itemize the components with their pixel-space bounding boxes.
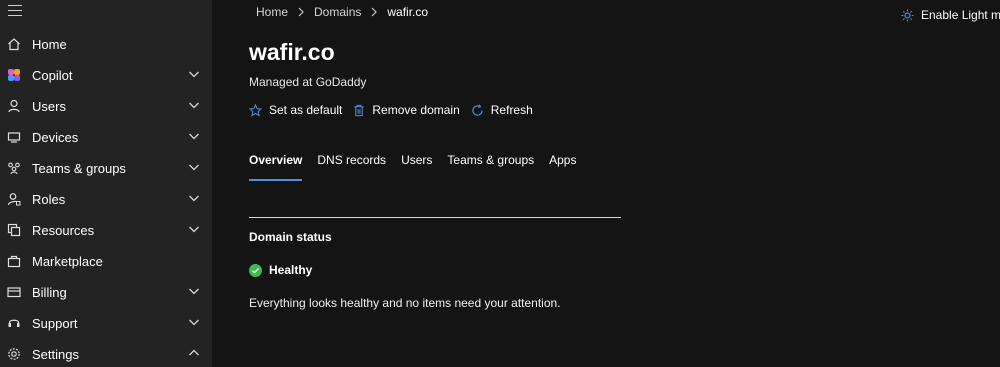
sidebar-item-teams-groups[interactable]: Teams & groups	[0, 153, 212, 184]
chevron-down-icon[interactable]	[188, 316, 200, 328]
chevron-down-icon[interactable]	[188, 68, 200, 80]
sidebar-item-resources[interactable]: Resources	[0, 215, 212, 246]
chevron-down-icon[interactable]	[188, 161, 200, 173]
sidebar-item-label: Support	[32, 316, 78, 331]
remove-domain-label: Remove domain	[372, 103, 460, 117]
sidebar-item-label: Users	[32, 99, 66, 114]
tab-users[interactable]: Users	[401, 153, 432, 181]
sidebar-item-billing[interactable]: Billing	[0, 277, 212, 308]
command-bar: Set as default Remove domain Refresh	[249, 103, 544, 117]
breadcrumb: Home Domains wafir.co	[256, 5, 428, 19]
status-indicator: Healthy	[249, 263, 312, 277]
nav-list: Home Copilot Users Devices Teams & group…	[0, 29, 212, 367]
refresh-label: Refresh	[490, 103, 533, 117]
refresh-icon	[472, 103, 483, 116]
sidebar-item-label: Devices	[32, 130, 79, 145]
sidebar-item-label: Resources	[32, 223, 95, 238]
sidebar-item-copilot[interactable]: Copilot	[0, 60, 212, 91]
remove-domain-button[interactable]: Remove domain	[353, 103, 460, 117]
tab-overview[interactable]: Overview	[249, 153, 303, 181]
breadcrumb-domains-link[interactable]: Domains	[314, 5, 361, 19]
tab-list: Overview DNS records Users Teams & group…	[249, 153, 591, 181]
sidebar-item-label: Copilot	[32, 68, 73, 83]
marketplace-icon	[7, 254, 21, 268]
teams-icon	[7, 161, 21, 175]
chevron-up-icon[interactable]	[188, 347, 200, 359]
roles-icon	[7, 192, 21, 206]
user-icon	[7, 99, 21, 113]
breadcrumb-home-link[interactable]: Home	[256, 5, 288, 19]
sidebar-item-label: Billing	[32, 285, 67, 300]
support-icon	[7, 316, 21, 330]
hamburger-menu-icon[interactable]	[8, 5, 22, 17]
sidebar-item-label: Marketplace	[32, 254, 103, 269]
set-as-default-button[interactable]: Set as default	[249, 103, 342, 117]
sidebar-item-devices[interactable]: Devices	[0, 122, 212, 153]
sidebar-item-support[interactable]: Support	[0, 308, 212, 339]
breadcrumb-current: wafir.co	[387, 5, 429, 19]
tab-dns-records[interactable]: DNS records	[317, 153, 386, 181]
chevron-down-icon[interactable]	[188, 285, 200, 297]
sidebar-item-home[interactable]: Home	[0, 29, 212, 60]
chevron-down-icon[interactable]	[188, 192, 200, 204]
enable-light-mode-button[interactable]: Enable Light mo	[901, 8, 1000, 22]
home-icon	[7, 37, 21, 51]
section-divider	[249, 217, 621, 218]
sidebar-item-label: Roles	[32, 192, 66, 207]
check-circle-icon	[249, 263, 262, 277]
domain-status-heading: Domain status	[249, 230, 332, 244]
sidebar-item-settings[interactable]: Settings	[0, 339, 212, 367]
chevron-down-icon[interactable]	[188, 130, 200, 142]
light-mode-label: Enable Light mo	[921, 8, 1000, 22]
page-title: wafir.co	[249, 39, 335, 65]
chevron-right-icon	[370, 7, 378, 17]
left-navigation: Home Copilot Users Devices Teams & group…	[0, 0, 212, 367]
trash-icon	[354, 104, 365, 116]
tab-teams-groups[interactable]: Teams & groups	[447, 153, 534, 181]
chevron-down-icon[interactable]	[188, 223, 200, 235]
sidebar-item-roles[interactable]: Roles	[0, 184, 212, 215]
sun-icon	[901, 8, 914, 22]
refresh-button[interactable]: Refresh	[471, 103, 533, 117]
resources-icon	[7, 223, 21, 237]
gear-icon	[7, 347, 21, 361]
status-label: Healthy	[269, 263, 313, 277]
page-subtitle: Managed at GoDaddy	[249, 75, 367, 89]
chevron-right-icon	[297, 7, 305, 17]
sidebar-item-users[interactable]: Users	[0, 91, 212, 122]
copilot-icon	[7, 68, 21, 82]
billing-icon	[7, 285, 21, 299]
sidebar-item-label: Home	[32, 37, 67, 52]
sidebar-item-label: Teams & groups	[32, 161, 126, 176]
star-icon	[249, 103, 262, 117]
status-description: Everything looks healthy and no items ne…	[249, 296, 561, 310]
set-as-default-label: Set as default	[269, 103, 343, 117]
tab-apps[interactable]: Apps	[549, 153, 576, 181]
chevron-down-icon[interactable]	[188, 99, 200, 111]
sidebar-item-label: Settings	[32, 347, 79, 362]
device-icon	[7, 130, 21, 144]
sidebar-item-marketplace[interactable]: Marketplace	[0, 246, 212, 277]
